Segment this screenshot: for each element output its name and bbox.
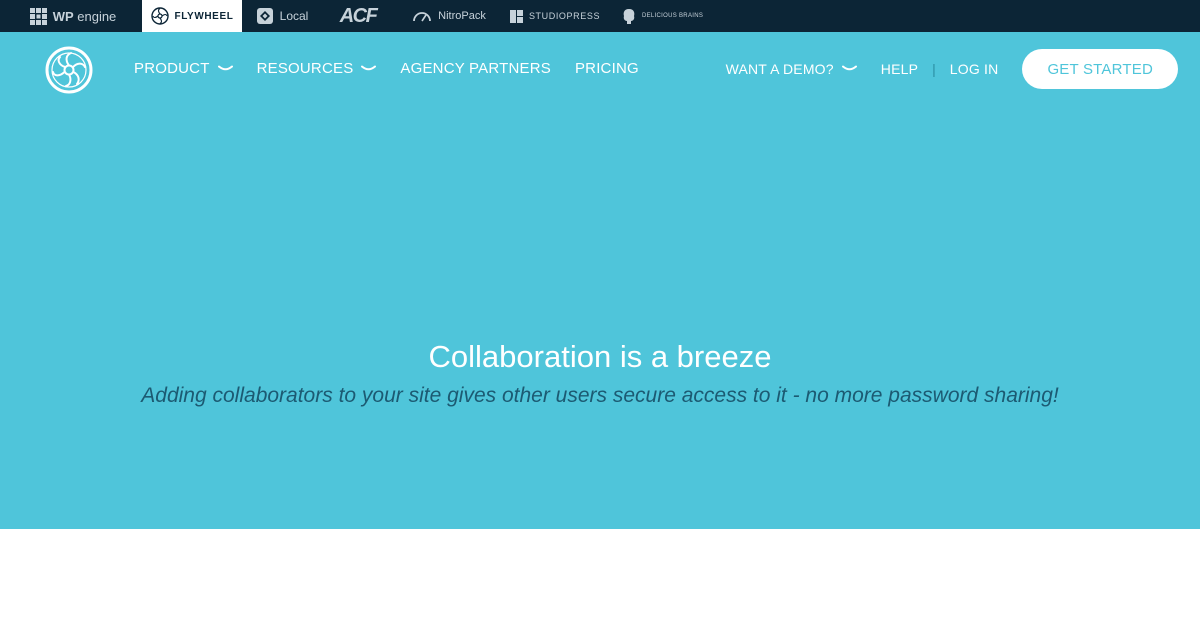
nav-agency-partners[interactable]: AGENCY PARTNERS [400, 60, 551, 77]
hero-section: PRODUCT RESOURCES AGENCY PARTNERS PRICIN… [0, 32, 1200, 529]
secondary-nav: WANT A DEMO? HELP | LOG IN GET STARTED [726, 49, 1178, 89]
chevron-down-icon [361, 65, 377, 70]
acf-wordmark: ACF [339, 4, 378, 27]
get-started-button[interactable]: GET STARTED [1022, 49, 1178, 89]
brand-local-label: Local [279, 9, 309, 23]
chevron-down-icon [841, 65, 857, 71]
nitropack-gauge-icon [413, 12, 432, 22]
nav-separator: | [932, 61, 936, 77]
brand-delicious-brains-label: Delicious Brains [642, 13, 704, 19]
flywheel-logo-icon[interactable] [45, 46, 93, 94]
brand-nitropack-link[interactable]: NitroPack [394, 0, 504, 32]
brand-flywheel-link[interactable]: FLYWHEEL [142, 0, 242, 32]
studiopress-icon [509, 9, 523, 23]
brand-flywheel-label: FLYWHEEL [174, 10, 234, 22]
nav-help[interactable]: HELP [881, 61, 918, 77]
local-icon [256, 8, 273, 24]
brand-bar: WP engine FLYWHEEL Local ACF NitroPack S… [0, 0, 1200, 32]
nav-want-a-demo-label: WANT A DEMO? [725, 61, 834, 77]
brand-wpengine-label: WP engine [52, 8, 117, 24]
brand-nitropack-label: NitroPack [438, 10, 486, 22]
delicious-brains-icon [623, 8, 635, 24]
brand-delicious-brains-link[interactable]: Delicious Brains [606, 0, 704, 32]
nav-pricing[interactable]: PRICING [575, 60, 639, 77]
nav-product[interactable]: PRODUCT [134, 60, 233, 77]
nav-product-label: PRODUCT [134, 60, 210, 77]
brand-studiopress-label: STUDIOPRESS [528, 11, 601, 21]
hero-subtitle: Adding collaborators to your site gives … [141, 384, 1059, 407]
brand-acf-link[interactable]: ACF [322, 0, 394, 32]
flywheel-icon [150, 7, 169, 25]
nav-resources[interactable]: RESOURCES [257, 60, 377, 77]
nav-want-a-demo[interactable]: WANT A DEMO? [726, 61, 857, 77]
nav-log-in[interactable]: LOG IN [950, 61, 999, 77]
nav-resources-label: RESOURCES [256, 60, 354, 77]
brand-studiopress-link[interactable]: STUDIOPRESS [504, 0, 606, 32]
chevron-down-icon [217, 65, 233, 70]
brand-wpengine-link[interactable]: WP engine [0, 0, 142, 32]
primary-nav: PRODUCT RESOURCES AGENCY PARTNERS PRICIN… [134, 60, 663, 77]
hero-title: Collaboration is a breeze [428, 339, 772, 374]
brand-local-link[interactable]: Local [242, 0, 322, 32]
wpengine-grid-icon [29, 7, 47, 25]
